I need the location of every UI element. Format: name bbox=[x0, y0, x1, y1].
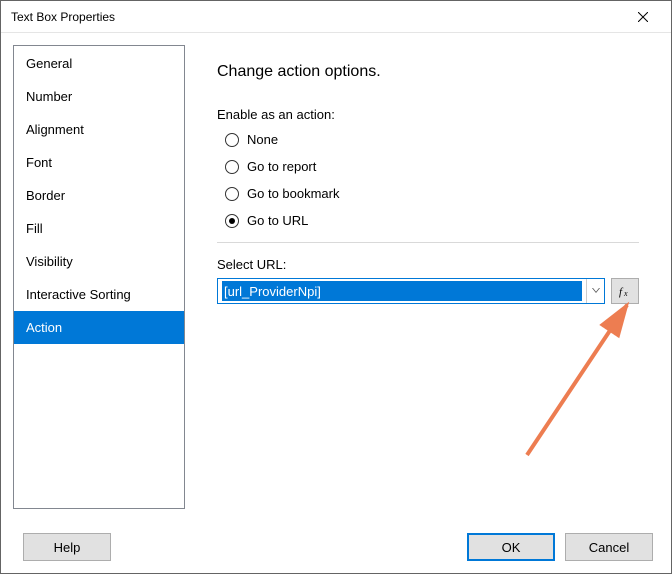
content-panel: Change action options. Enable as an acti… bbox=[197, 45, 659, 509]
sidebar-item-visibility[interactable]: Visibility bbox=[14, 245, 184, 278]
sidebar-item-alignment[interactable]: Alignment bbox=[14, 113, 184, 146]
button-label: OK bbox=[502, 540, 521, 555]
sidebar-item-label: Interactive Sorting bbox=[26, 287, 131, 302]
radio-row-none[interactable]: None bbox=[225, 132, 639, 147]
sidebar-item-border[interactable]: Border bbox=[14, 179, 184, 212]
sidebar-item-label: Action bbox=[26, 320, 62, 335]
radio-row-go-to-report[interactable]: Go to report bbox=[225, 159, 639, 174]
radio-row-go-to-bookmark[interactable]: Go to bookmark bbox=[225, 186, 639, 201]
combobox-dropdown-button[interactable] bbox=[586, 279, 604, 303]
radio-label: None bbox=[247, 132, 278, 147]
enable-as-action-label: Enable as an action: bbox=[217, 107, 639, 122]
select-url-row: [url_ProviderNpi] f x bbox=[217, 278, 639, 304]
radio-icon bbox=[225, 187, 239, 201]
separator bbox=[217, 242, 639, 243]
sidebar: General Number Alignment Font Border Fil… bbox=[13, 45, 185, 509]
sidebar-item-font[interactable]: Font bbox=[14, 146, 184, 179]
sidebar-item-action[interactable]: Action bbox=[14, 311, 184, 344]
sidebar-item-label: Border bbox=[26, 188, 65, 203]
radio-row-go-to-url[interactable]: Go to URL bbox=[225, 213, 639, 228]
sidebar-item-label: General bbox=[26, 56, 72, 71]
radio-icon bbox=[225, 160, 239, 174]
sidebar-item-general[interactable]: General bbox=[14, 47, 184, 80]
help-button[interactable]: Help bbox=[23, 533, 111, 561]
action-radio-group: None Go to report Go to bookmark Go to U… bbox=[225, 132, 639, 228]
sidebar-item-fill[interactable]: Fill bbox=[14, 212, 184, 245]
radio-icon bbox=[225, 214, 239, 228]
titlebar: Text Box Properties bbox=[1, 1, 671, 33]
cancel-button[interactable]: Cancel bbox=[565, 533, 653, 561]
select-url-combobox[interactable]: [url_ProviderNpi] bbox=[217, 278, 605, 304]
close-button[interactable] bbox=[623, 3, 663, 31]
dialog-body: General Number Alignment Font Border Fil… bbox=[1, 33, 671, 521]
dialog: Text Box Properties General Number Align… bbox=[0, 0, 672, 574]
expression-button[interactable]: f x bbox=[611, 278, 639, 304]
fx-icon: f x bbox=[618, 284, 632, 298]
close-icon bbox=[638, 12, 648, 22]
select-url-value: [url_ProviderNpi] bbox=[222, 281, 582, 301]
sidebar-item-label: Fill bbox=[26, 221, 43, 236]
sidebar-item-interactive-sorting[interactable]: Interactive Sorting bbox=[14, 278, 184, 311]
sidebar-item-label: Font bbox=[26, 155, 52, 170]
ok-button[interactable]: OK bbox=[467, 533, 555, 561]
radio-label: Go to URL bbox=[247, 213, 308, 228]
button-label: Cancel bbox=[589, 540, 629, 555]
chevron-down-icon bbox=[592, 288, 600, 294]
svg-text:x: x bbox=[623, 289, 628, 298]
radio-label: Go to report bbox=[247, 159, 316, 174]
sidebar-item-label: Number bbox=[26, 89, 72, 104]
panel-heading: Change action options. bbox=[217, 63, 639, 81]
sidebar-item-label: Alignment bbox=[26, 122, 84, 137]
sidebar-item-label: Visibility bbox=[26, 254, 73, 269]
radio-label: Go to bookmark bbox=[247, 186, 340, 201]
dialog-footer: Help OK Cancel bbox=[1, 521, 671, 573]
button-label: Help bbox=[54, 540, 81, 555]
sidebar-item-number[interactable]: Number bbox=[14, 80, 184, 113]
radio-icon bbox=[225, 133, 239, 147]
annotation-arrow bbox=[497, 295, 657, 465]
select-url-label: Select URL: bbox=[217, 257, 639, 272]
window-title: Text Box Properties bbox=[11, 10, 623, 24]
